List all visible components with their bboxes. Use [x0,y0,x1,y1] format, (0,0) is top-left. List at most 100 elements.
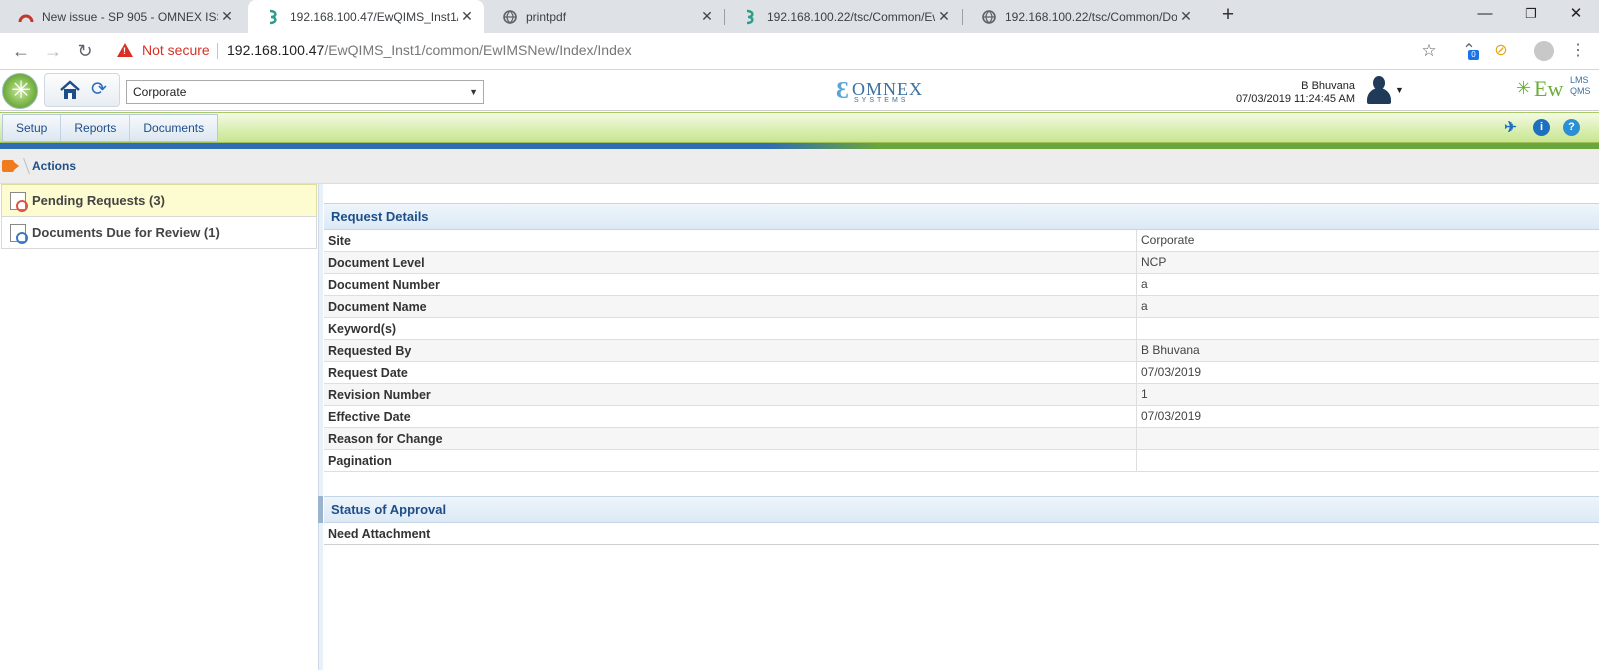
field-label: Requested By [328,344,412,358]
reload-icon[interactable]: ↻ [74,40,96,62]
tab-title: 192.168.100.47/EwQIMS_Inst1/co [290,9,458,24]
field-value: Corporate [1136,230,1599,252]
pin-icon[interactable]: ✈ [1502,119,1519,136]
extension-icon[interactable]: ⌃0 [1458,40,1480,62]
extension-badge: 0 [1468,50,1479,60]
field-label: Revision Number [328,388,431,402]
refresh-icon[interactable]: ⟳ [89,80,109,100]
ew-leaf-icon [266,9,282,25]
field-label: Effective Date [328,410,411,424]
browser-tab[interactable]: 192.168.100.22/tsc/Common/Ew ✕ [725,0,961,33]
ewqms-logo-lms: LMS [1570,75,1589,85]
detail-row-pagination: Pagination [324,450,1599,472]
info-icon[interactable]: i [1533,119,1550,136]
header-button-group: ⟳ [44,73,120,107]
menu-item-reports[interactable]: Reports [61,115,131,141]
browser-toolbar: ← → ↻ ! Not secure 192.168.100.47/EwQIMS… [0,33,1599,70]
user-menu-caret-icon[interactable]: ▼ [1395,85,1404,95]
detail-row-document-number: Document Number a [324,274,1599,296]
close-tab-icon[interactable]: ✕ [935,8,953,25]
detail-row-document-name: Document Name a [324,296,1599,318]
field-value [1136,318,1599,340]
address-bar[interactable]: 192.168.100.47/EwQIMS_Inst1/common/EwIMS… [227,42,632,58]
field-label: Site [328,234,351,248]
document-request-icon [10,191,28,212]
home-icon[interactable] [59,80,81,100]
field-label: Document Name [328,300,427,314]
site-select-value: Corporate [133,85,187,99]
sidebar-item-label: Documents Due for Review (1) [32,225,220,240]
sidebar-item-documents-due[interactable]: Documents Due for Review (1) [1,216,317,249]
browser-tab-strip: New issue - SP 905 - OMNEX ISSU ✕ 192.16… [0,0,1599,33]
browser-tab[interactable]: 192.168.100.22/tsc/Common/Do ✕ [963,0,1203,33]
menu-item-setup[interactable]: Setup [3,115,62,141]
field-label: Document Level [328,256,425,270]
field-label: Document Number [328,278,440,292]
field-label: Pagination [328,454,392,468]
field-label: Keyword(s) [328,322,397,336]
current-datetime: 07/03/2019 11:24:45 AM [1235,93,1355,105]
detail-row-reason-for-change: Reason for Change [324,428,1599,450]
document-review-icon [10,223,28,244]
user-name: B Bhuvana [1301,80,1355,92]
tab-title: printpdf [526,9,567,24]
more-menu-icon[interactable]: ⋮ [1567,40,1589,62]
section-header-request-details: Request Details [324,203,1599,230]
field-label: Need Attachment [328,527,431,541]
minimize-window-button[interactable]: — [1462,0,1508,30]
restore-window-button[interactable]: ❐ [1508,0,1554,30]
omnex-logo-text: OMNEX [852,79,923,99]
url-host: 192.168.100.47 [227,42,325,58]
detail-row-requested-by: Requested By B Bhuvana [324,340,1599,362]
breadcrumb-separator [18,158,30,174]
app-logo[interactable]: ✳ [2,73,38,109]
bookmark-star-icon[interactable]: ☆ [1418,40,1440,62]
browser-tab[interactable]: New issue - SP 905 - OMNEX ISSU ✕ [0,0,244,33]
close-window-button[interactable]: ✕ [1553,0,1599,30]
request-details-panel: Request Details Site Corporate Document L… [318,184,1599,670]
field-label: Reason for Change [328,432,443,446]
close-tab-icon[interactable]: ✕ [1177,8,1195,25]
close-tab-icon[interactable]: ✕ [458,8,476,25]
tab-title: 192.168.100.22/tsc/Common/Do [1005,9,1177,24]
menu-item-documents[interactable]: Documents [130,115,217,141]
browser-tab-active[interactable]: 192.168.100.47/EwQIMS_Inst1/co ✕ [248,0,484,33]
breadcrumb-title[interactable]: Actions [32,159,76,173]
app-header: ✳ ⟳ Corporate ▼ Ɛ OMNEX SYSTEMS B Bhuvana… [0,71,1599,111]
field-label: Request Date [328,366,408,380]
field-value: B Bhuvana [1136,340,1599,362]
detail-row-request-date: Request Date 07/03/2019 [324,362,1599,384]
detail-row-revision-number: Revision Number 1 [324,384,1599,406]
help-icon[interactable]: ? [1563,119,1580,136]
section-header-status-of-approval: Status of Approval [324,496,1599,523]
sidebar: Pending Requests (3) Documents Due for R… [0,184,318,670]
field-value: a [1136,296,1599,318]
detail-row-keywords: Keyword(s) [324,318,1599,340]
dropdown-arrow-icon: ▼ [469,87,478,97]
close-tab-icon[interactable]: ✕ [218,8,236,25]
omnex-issue-icon [18,9,34,25]
back-arrow-icon[interactable]: ← [10,40,32,62]
user-avatar-icon[interactable] [1364,74,1394,106]
extension-icon-2[interactable]: ⊘ [1490,40,1512,62]
forward-arrow-icon[interactable]: → [42,40,64,62]
approval-row-need-attachment: Need Attachment [324,523,1599,545]
field-value: 07/03/2019 [1136,406,1599,428]
omnex-logo-subtext: SYSTEMS [854,97,909,104]
browser-tab[interactable]: printpdf ✕ [484,0,724,33]
field-value: a [1136,274,1599,296]
sidebar-item-pending-requests[interactable]: Pending Requests (3) [1,184,317,217]
close-tab-icon[interactable]: ✕ [698,8,716,25]
ewqms-logo-qms: QMS [1570,86,1591,96]
new-tab-button[interactable]: + [1216,4,1240,28]
profile-avatar-icon[interactable] [1533,40,1555,62]
not-secure-label[interactable]: Not secure [142,42,210,58]
detail-row-document-level: Document Level NCP [324,252,1599,274]
panel-splitter[interactable] [318,184,323,670]
detail-row-effective-date: Effective Date 07/03/2019 [324,406,1599,428]
ew-leaf-icon [743,9,759,25]
field-value [1136,450,1599,472]
globe-icon [981,9,997,25]
site-select[interactable]: Corporate ▼ [126,80,484,104]
field-value [1136,428,1599,450]
